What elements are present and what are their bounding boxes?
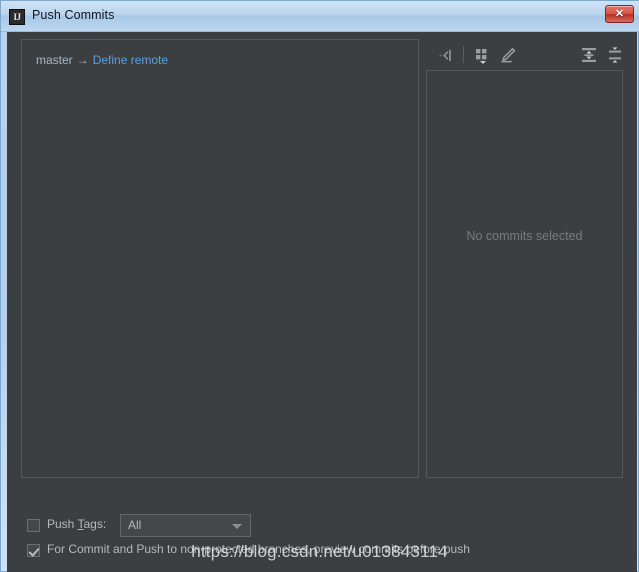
expand-all-icon[interactable] bbox=[578, 44, 600, 66]
define-remote-link[interactable]: Define remote bbox=[93, 53, 168, 67]
commit-details-panel: No commits selected bbox=[426, 70, 623, 478]
close-icon[interactable]: ✕ bbox=[605, 5, 634, 23]
no-commits-message: No commits selected bbox=[466, 229, 583, 243]
push-tags-label-pre: Push bbox=[47, 517, 78, 531]
push-commits-dialog-window: IJ Push Commits ✕ master→ Define remote bbox=[0, 0, 639, 572]
preview-commits-label: For Commit and Push to non-protected bra… bbox=[47, 542, 470, 556]
pencil-edit-icon[interactable] bbox=[497, 44, 519, 66]
branch-arrow-icon: → bbox=[76, 53, 89, 67]
window-title: Push Commits bbox=[32, 8, 115, 22]
branch-name: master bbox=[36, 53, 73, 67]
push-tags-checkbox[interactable] bbox=[27, 519, 40, 532]
branch-row: master → Define remote bbox=[36, 53, 168, 67]
preview-commits-checkbox[interactable] bbox=[27, 544, 40, 557]
chevron-down-icon bbox=[232, 524, 242, 529]
title-bar: IJ Push Commits ✕ bbox=[1, 1, 639, 32]
intellisort-icon[interactable] bbox=[435, 44, 457, 66]
push-tags-label-post: ags: bbox=[83, 517, 107, 531]
grid-dropdown-icon[interactable] bbox=[471, 44, 493, 66]
push-tags-select-value: All bbox=[128, 518, 142, 532]
push-tags-select[interactable]: All bbox=[120, 514, 251, 537]
collapse-all-icon[interactable] bbox=[604, 44, 626, 66]
dialog-content: master → Define remote No commits select… bbox=[7, 32, 637, 572]
push-tags-label: Push Tags: bbox=[47, 517, 106, 531]
window-frame: IJ Push Commits ✕ master→ Define remote bbox=[0, 0, 639, 572]
intellij-app-icon: IJ bbox=[9, 9, 25, 25]
commit-list-panel[interactable]: master → Define remote bbox=[21, 39, 419, 478]
commit-details-toolbar bbox=[426, 42, 623, 68]
toolbar-separator bbox=[463, 46, 464, 63]
